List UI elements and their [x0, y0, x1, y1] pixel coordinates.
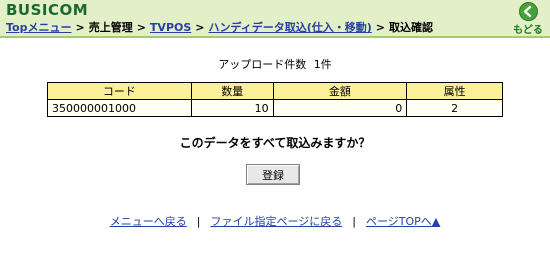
upload-count-value: 1件 [313, 58, 332, 71]
cell-amount: 0 [272, 99, 408, 117]
breadcrumb-separator: > [195, 21, 205, 34]
breadcrumb-separator: > [136, 21, 146, 34]
import-data-table: コード 数量 金額 属性 350000001000 10 0 2 [47, 82, 503, 117]
confirm-question: このデータをすべて取込みますか？ [179, 136, 371, 150]
cell-quantity: 10 [190, 99, 274, 117]
header-bar: BUSICOM Topメニュー > 売上管理 > TVPOS > ハンディデータ取込(仕入・… [0, 0, 550, 38]
footer-separator: | [352, 215, 356, 228]
back-label: もどる [513, 25, 543, 36]
column-header-attribute: 属性 [406, 82, 503, 100]
footer-separator: | [196, 215, 201, 228]
column-header-quantity: 数量 [190, 82, 274, 100]
breadcrumb-top-menu[interactable]: Topメニュー [6, 21, 71, 34]
back-to-menu-link[interactable]: メニューへ戻る [110, 215, 187, 228]
breadcrumb-current: 取込確認 [389, 21, 434, 34]
back-button[interactable]: もどる [510, 2, 546, 36]
table-header-row: コード 数量 金額 属性 [47, 82, 503, 100]
upload-count: アップロード件数 1件 [0, 56, 550, 72]
breadcrumb-tvpos[interactable]: TVPOS [150, 21, 191, 34]
back-to-file-select-link[interactable]: ファイル指定ページに戻る [210, 215, 342, 228]
breadcrumb: Topメニュー > 売上管理 > TVPOS > ハンディデータ取込(仕入・移動) > 取込確認 [6, 19, 433, 35]
footer-links: メニューへ戻る | ファイル指定ページに戻る | ページTOPへ▲ [0, 213, 550, 229]
back-arrow-icon [518, 2, 538, 21]
cell-attribute: 2 [406, 99, 503, 117]
breadcrumb-separator: > [75, 21, 85, 34]
register-button[interactable]: 登録 [246, 164, 300, 185]
cell-code: 350000001000 [47, 99, 192, 117]
busicom-logo: BUSICOM [6, 1, 89, 19]
table-row: 350000001000 10 0 2 [47, 99, 503, 117]
breadcrumb-handy-data-import[interactable]: ハンディデータ取込(仕入・移動) [209, 21, 372, 34]
breadcrumb-separator: > [375, 21, 386, 34]
page-top-link[interactable]: ページTOPへ▲ [366, 215, 440, 228]
upload-count-label: アップロード件数 [218, 58, 307, 71]
breadcrumb-sales-management: 売上管理 [88, 21, 133, 34]
column-header-code: コード [47, 82, 192, 100]
column-header-amount: 金額 [272, 82, 408, 100]
